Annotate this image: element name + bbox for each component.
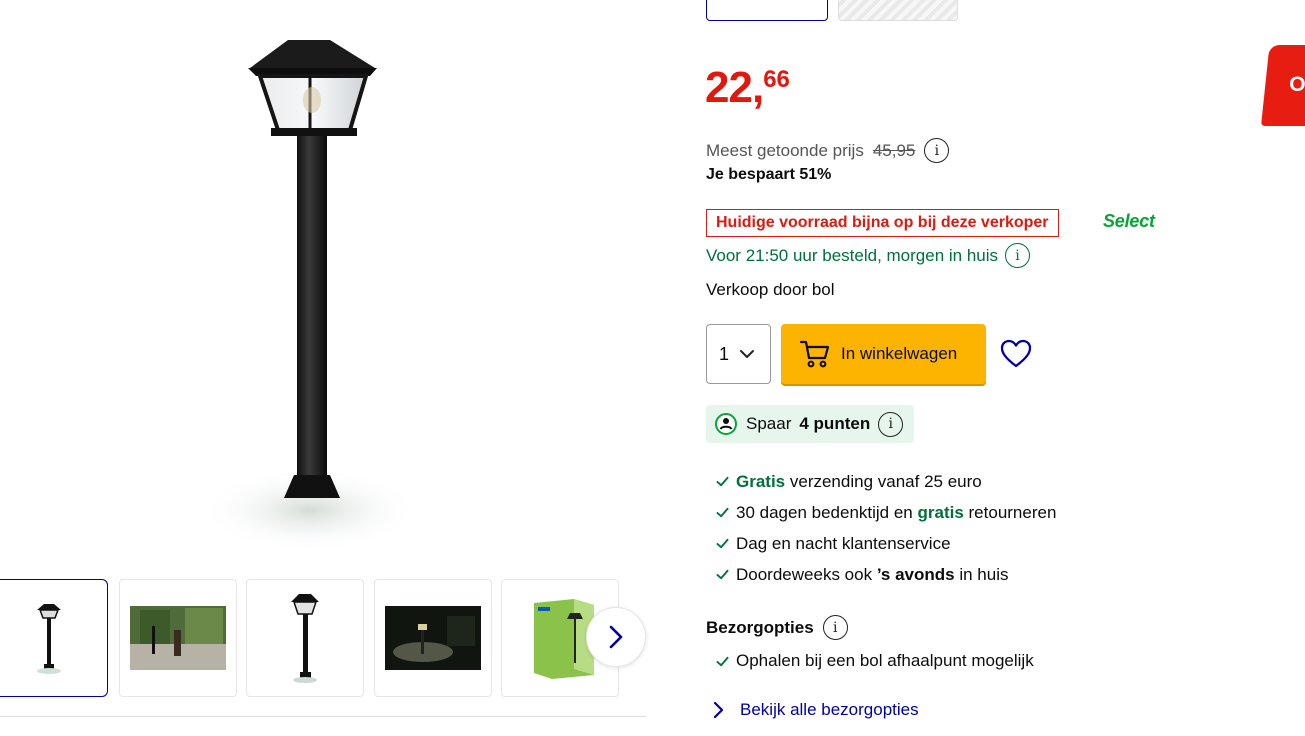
delivery-option-item: Ophalen bij een bol afhaalpunt mogelijk (716, 651, 1034, 671)
stock-warning: Huidige voorraad bijna op bij deze verko… (706, 209, 1059, 237)
thumbnail-1[interactable] (0, 579, 108, 697)
check-icon (716, 476, 729, 487)
delivery-options-heading: Bezorgopties i (706, 615, 848, 640)
wishlist-button[interactable] (1000, 339, 1032, 369)
reference-price-label: Meest getoonde prijs (706, 140, 864, 160)
delivery-promise: Voor 21:50 uur besteld, morgen in huis i (706, 243, 1031, 268)
gallery-divider (0, 716, 646, 717)
price-integer: 22 (705, 63, 753, 112)
thumbnail-3[interactable] (246, 579, 364, 697)
heart-icon (1000, 339, 1032, 368)
variant-swatch-unavailable[interactable] (838, 0, 958, 21)
main-product-image[interactable] (170, 20, 460, 570)
check-icon (716, 656, 729, 666)
cart-icon (799, 340, 830, 368)
usp-item: Doordeweeks ook ’s avonds in huis (716, 559, 1056, 590)
night-scene-thumb-icon (385, 606, 481, 670)
usp-text: in huis (954, 564, 1009, 584)
thumbnail-strip (0, 579, 660, 697)
check-icon (716, 569, 729, 580)
thumbnail-4[interactable] (374, 579, 492, 697)
price-decimals: 66 (763, 66, 790, 93)
check-icon (716, 507, 729, 518)
points-amount: 4 punten (799, 414, 871, 433)
garden-scene-thumb-icon (130, 606, 226, 670)
usp-bold: ’s avonds (876, 564, 955, 584)
usp-text: verzending vanaf 25 euro (785, 471, 982, 491)
check-icon (716, 538, 729, 549)
variant-swatch-selected[interactable] (706, 0, 828, 21)
chevron-right-icon (609, 625, 623, 649)
chevron-right-icon (713, 701, 724, 719)
promo-tab-text: O (1289, 73, 1305, 96)
info-icon[interactable]: i (822, 615, 848, 640)
delivery-option-text: Ophalen bij een bol afhaalpunt mogelijk (736, 651, 1034, 670)
usp-bold: gratis (917, 502, 964, 522)
promo-tab[interactable]: O (1261, 45, 1305, 126)
info-icon[interactable]: i (878, 411, 904, 437)
price: 22 , 66 (705, 66, 790, 110)
quantity-select[interactable]: 1 (706, 324, 771, 384)
delivery-options-title: Bezorgopties (706, 617, 814, 637)
lamp-post-closeup-thumb-icon (291, 594, 319, 683)
usp-text: 30 dagen bedenktijd en (736, 502, 918, 522)
lamp-post-thumb-icon (37, 604, 61, 674)
usp-bold: Gratis (736, 471, 786, 491)
add-to-cart-button[interactable]: In winkelwagen (781, 324, 986, 384)
usp-item: 30 dagen bedenktijd en gratis retournere… (716, 497, 1056, 528)
old-price: 45,95 (872, 140, 916, 160)
reference-price: Meest getoonde prijs 45,95 i (706, 138, 950, 163)
chevron-down-icon (740, 350, 755, 358)
usp-list: Gratis verzending vanaf 25 euro 30 dagen… (716, 466, 1056, 590)
add-to-cart-label: In winkelwagen (841, 344, 958, 363)
usp-text: retourneren (963, 502, 1057, 522)
points-prefix: Spaar (746, 414, 792, 433)
info-icon[interactable]: i (924, 138, 950, 163)
usp-item: Gratis verzending vanaf 25 euro (716, 466, 1056, 497)
seller-text: Verkoop door bol (706, 280, 835, 299)
all-delivery-options-link[interactable]: Bekijk alle bezorgopties (712, 700, 919, 720)
price-comma: , (751, 63, 764, 112)
gallery-next-button[interactable] (586, 607, 646, 667)
quantity-value: 1 (719, 343, 730, 364)
all-delivery-options-label: Bekijk alle bezorgopties (740, 700, 919, 719)
usp-text: Dag en nacht klantenservice (736, 533, 951, 553)
usp-item: Dag en nacht klantenservice (716, 528, 1056, 559)
lamp-post-illustration (200, 40, 420, 552)
usp-text: Doordeweeks ook (736, 564, 877, 584)
points-icon (715, 413, 737, 435)
select-badge: Select (1103, 211, 1155, 231)
loyalty-points: Spaar 4 punten i (706, 405, 914, 443)
thumbnail-2[interactable] (119, 579, 237, 697)
info-icon[interactable]: i (1005, 243, 1031, 268)
saving-text: Je bespaart 51% (706, 166, 832, 183)
delivery-text: Voor 21:50 uur besteld, morgen in huis (706, 245, 999, 265)
